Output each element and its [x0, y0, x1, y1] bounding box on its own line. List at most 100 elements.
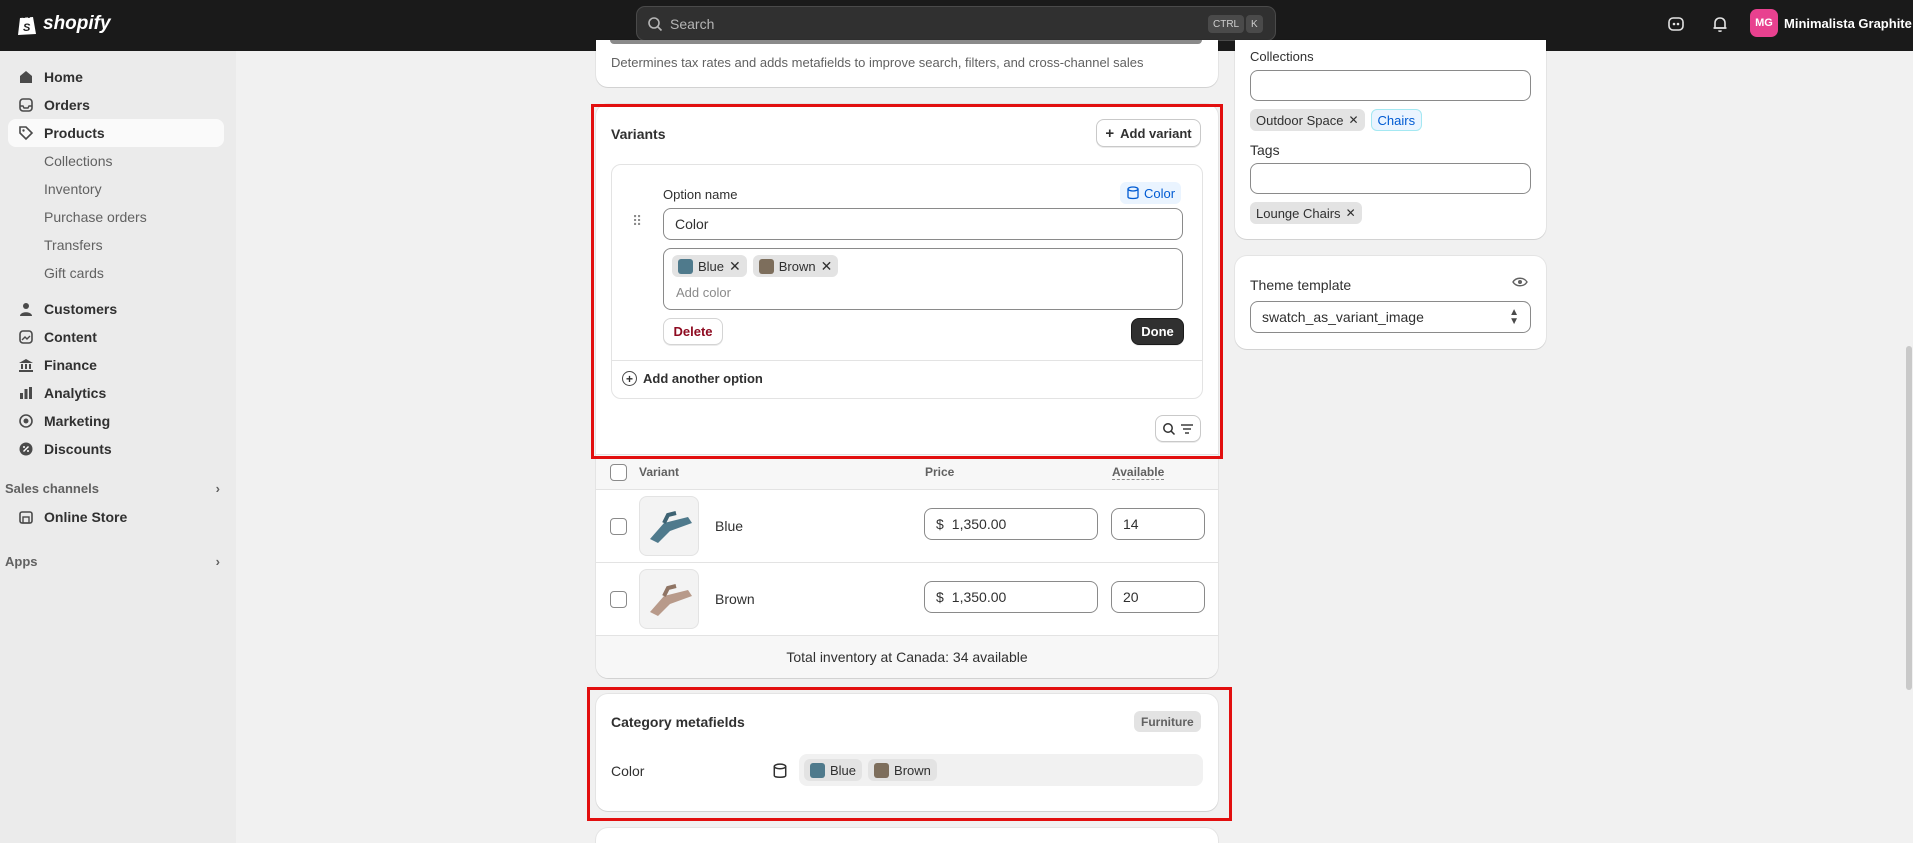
nav-customers-label: Customers	[44, 301, 118, 317]
nav-home[interactable]: Home	[8, 63, 224, 91]
nav-home-label: Home	[44, 69, 83, 85]
store-icon	[19, 511, 33, 524]
chevron-right-icon: ›	[215, 554, 220, 569]
nav-marketing[interactable]: Marketing	[8, 407, 224, 435]
table-row[interactable]: Brown $ 1,350.00 20	[596, 563, 1218, 636]
collection-chip-highlight: Chairs	[1370, 109, 1423, 131]
apps-heading[interactable]: Apps ›	[5, 554, 220, 569]
nav-content-label: Content	[44, 329, 97, 345]
nav-inventory[interactable]: Inventory	[44, 179, 102, 199]
collection-chip: Outdoor Space ✕	[1250, 109, 1365, 131]
tags-label: Tags	[1250, 142, 1280, 158]
select-all-checkbox[interactable]	[610, 464, 627, 481]
shortcut-k-key: K	[1246, 15, 1263, 33]
col-available[interactable]: Available	[1112, 465, 1165, 480]
nav-products-label: Products	[44, 125, 105, 141]
search-icon	[648, 16, 663, 31]
collection-chip-label: Outdoor Space	[1256, 112, 1344, 128]
sales-channels-heading[interactable]: Sales channels ›	[5, 481, 220, 496]
variant-image-brown[interactable]	[639, 569, 699, 629]
eye-icon[interactable]	[1512, 274, 1528, 293]
nav-content[interactable]: Content	[8, 323, 224, 351]
search-placeholder: Search	[670, 15, 715, 32]
bank-icon	[19, 359, 33, 372]
tags-chips: Lounge Chairs ✕	[1250, 202, 1362, 224]
nav-finance-label: Finance	[44, 357, 97, 373]
tag-chip-label: Lounge Chairs	[1256, 205, 1341, 221]
nav-discounts-label: Discounts	[44, 441, 112, 457]
col-price: Price	[925, 465, 955, 479]
shopify-bag-icon: S	[18, 13, 36, 35]
theme-template-value: swatch_as_variant_image	[1262, 309, 1424, 325]
highlight-box-variants	[591, 104, 1223, 459]
nav-online-store-label: Online Store	[44, 509, 128, 525]
nav-transfers[interactable]: Transfers	[44, 235, 103, 255]
variant-table-header: Variant Price Available	[596, 454, 1218, 490]
variant-name: Blue	[715, 518, 744, 534]
row-checkbox[interactable]	[610, 518, 627, 535]
home-icon	[20, 71, 32, 83]
currency-symbol: $	[936, 589, 944, 605]
theme-template-label: Theme template	[1250, 277, 1352, 293]
variant-image-blue[interactable]	[639, 496, 699, 556]
nav-products[interactable]: Products	[8, 119, 224, 147]
next-card	[596, 828, 1218, 843]
search-bar[interactable]: Search CTRL K	[636, 6, 1276, 41]
bell-icon[interactable]	[1710, 14, 1730, 34]
tag-icon	[19, 126, 34, 141]
chair-blue-image	[650, 511, 692, 543]
theme-template-select[interactable]: swatch_as_variant_image ▲ ▼	[1250, 301, 1531, 333]
collection-chip-label: Chairs	[1377, 112, 1416, 128]
nav-gift-cards[interactable]: Gift cards	[44, 263, 104, 283]
store-avatar: MG	[1750, 9, 1778, 37]
table-row[interactable]: Blue $ 1,350.00 14	[596, 490, 1218, 563]
nav-collections[interactable]: Collections	[44, 151, 112, 171]
nav-marketing-label: Marketing	[44, 413, 111, 429]
shortcut-ctrl-key: CTRL	[1208, 15, 1245, 33]
price-value: 1,350.00	[951, 589, 1007, 605]
chevron-right-icon: ›	[215, 481, 220, 496]
highlight-box-metafields	[587, 687, 1232, 821]
select-chevron-icon: ▲ ▼	[1509, 307, 1519, 327]
brand-name: shopify	[43, 13, 111, 34]
nav-online-store[interactable]: Online Store	[8, 503, 224, 531]
row-checkbox[interactable]	[610, 591, 627, 608]
content-icon	[19, 330, 33, 344]
scrollbar-thumb[interactable]	[1906, 346, 1912, 690]
nav-orders[interactable]: Orders	[8, 91, 224, 119]
remove-collection-icon[interactable]: ✕	[1348, 113, 1358, 127]
available-input[interactable]: 14	[1111, 508, 1205, 540]
store-name: Minimalista Graphite	[1784, 15, 1912, 31]
price-input[interactable]: $ 1,350.00	[924, 508, 1098, 540]
target-icon	[19, 414, 33, 428]
bar-chart-icon	[20, 387, 32, 399]
nav-finance[interactable]: Finance	[8, 351, 224, 379]
shopify-logo[interactable]: S shopify	[16, 12, 111, 36]
collections-input[interactable]	[1250, 70, 1531, 101]
nav-discounts[interactable]: Discounts	[8, 435, 224, 463]
person-icon	[20, 303, 32, 316]
store-menu[interactable]: MG Minimalista Graphite	[1750, 9, 1912, 37]
nav-purchase-orders[interactable]: Purchase orders	[44, 207, 147, 227]
organization-card: Collections Outdoor Space ✕ Chairs Tags …	[1235, 40, 1546, 239]
remove-tag-icon[interactable]: ✕	[1346, 206, 1356, 220]
collections-chips: Outdoor Space ✕ Chairs	[1250, 109, 1423, 131]
price-input[interactable]: $ 1,350.00	[924, 581, 1098, 613]
inbox-icon	[19, 98, 33, 112]
sales-channels-label: Sales channels	[5, 481, 99, 496]
nav-analytics-label: Analytics	[44, 385, 107, 401]
sidebar: Home Orders Products Collections Invento…	[0, 51, 236, 843]
tags-input[interactable]	[1250, 163, 1531, 194]
available-input[interactable]: 20	[1111, 581, 1205, 613]
discount-icon	[19, 442, 33, 456]
category-input-edge[interactable]	[610, 40, 1202, 44]
svg-text:S: S	[23, 22, 31, 34]
nav-analytics[interactable]: Analytics	[8, 379, 224, 407]
collections-label: Collections	[1250, 49, 1314, 64]
sidekick-icon[interactable]	[1666, 14, 1686, 34]
total-inventory: Total inventory at Canada: 34 available	[596, 636, 1218, 678]
nav-customers[interactable]: Customers	[8, 295, 224, 323]
chair-brown-image	[650, 584, 692, 616]
tag-chip: Lounge Chairs ✕	[1250, 202, 1362, 224]
currency-symbol: $	[936, 516, 944, 532]
